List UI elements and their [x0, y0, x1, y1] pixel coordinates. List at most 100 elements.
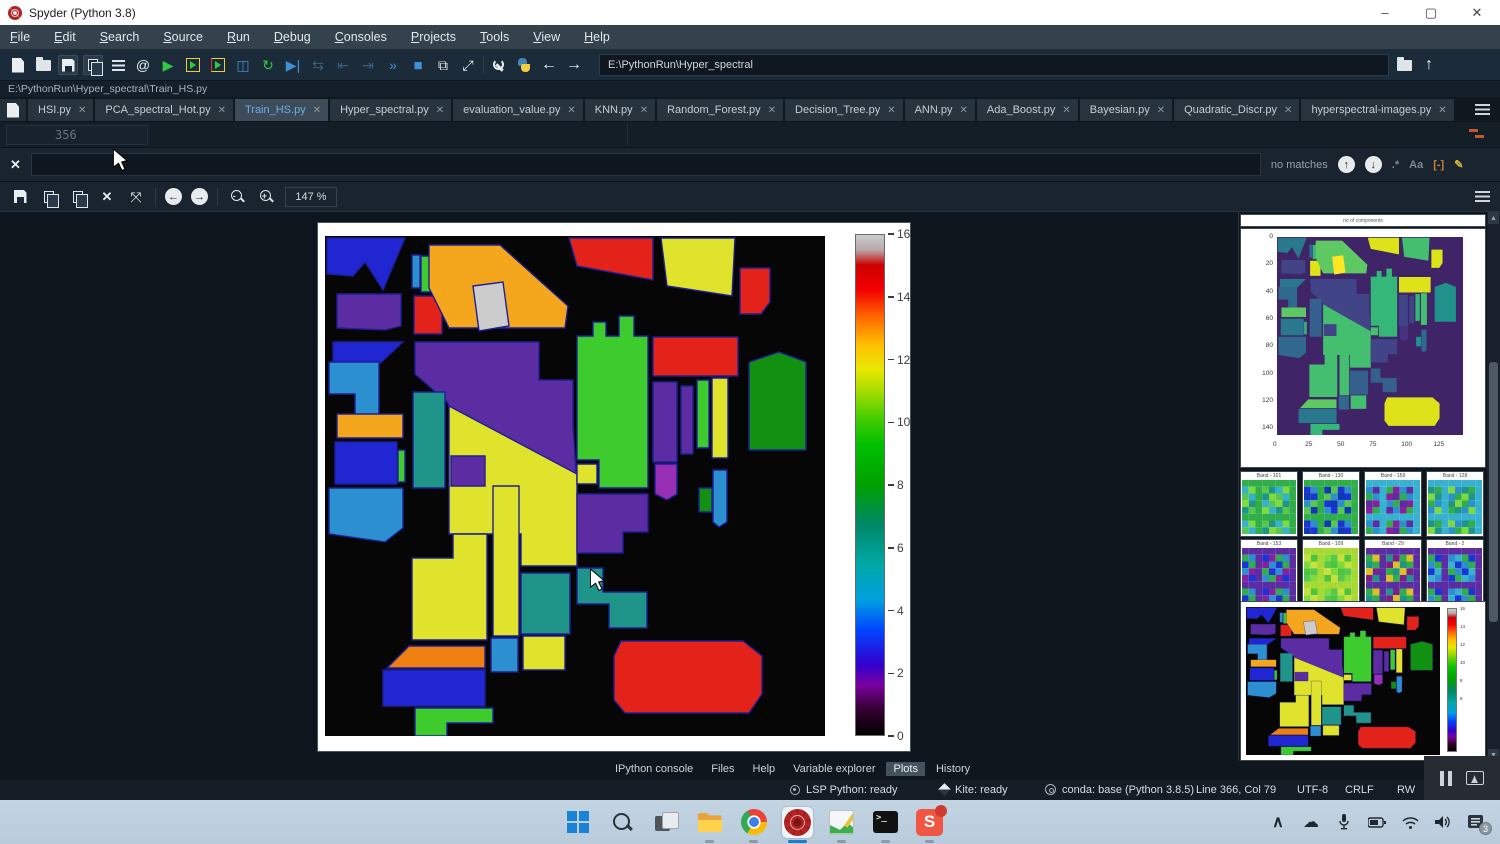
preferences-button[interactable]: [489, 55, 509, 75]
print-button[interactable]: [108, 55, 128, 75]
zoom-out-button[interactable]: -: [227, 187, 247, 207]
pause-icon[interactable]: [1440, 771, 1452, 786]
menu-edit[interactable]: Edit: [54, 30, 76, 44]
step-into-button[interactable]: ⇤: [333, 55, 353, 75]
case-sensitive-toggle[interactable]: Aa: [1409, 159, 1423, 171]
tab-close-icon[interactable]: ✕: [218, 105, 226, 116]
menu-consoles[interactable]: Consoles: [335, 30, 387, 44]
tab-close-icon[interactable]: ✕: [1438, 105, 1446, 116]
microphone-icon[interactable]: [1334, 812, 1354, 832]
find-input[interactable]: [31, 153, 1261, 176]
scrollbar-thumb[interactable]: [1489, 362, 1498, 622]
save-all-plots-button[interactable]: [39, 187, 59, 207]
editor-tab-ann-py[interactable]: ANN.py✕: [905, 99, 977, 121]
sidebar-scrollbar[interactable]: ▲ ▼: [1487, 212, 1500, 761]
volume-icon[interactable]: [1433, 812, 1453, 832]
tab-close-icon[interactable]: ✕: [640, 105, 648, 116]
menu-help[interactable]: Help: [584, 30, 610, 44]
editor-tab-ada_boost-py[interactable]: Ada_Boost.py✕: [977, 99, 1080, 121]
search-button[interactable]: [606, 807, 637, 838]
close-find-icon[interactable]: ✕: [10, 157, 21, 173]
maximize-button[interactable]: ▢: [1408, 0, 1454, 25]
pane-tab-files[interactable]: Files: [704, 762, 741, 776]
menu-search[interactable]: Search: [100, 30, 140, 44]
editor-tab-decision_tree-py[interactable]: Decision_Tree.py✕: [785, 99, 905, 121]
thumbnail-band-plot[interactable]: Band - 2: [1427, 540, 1483, 604]
pane-tab-plots[interactable]: Plots: [886, 762, 924, 776]
thumbnail-pca-map[interactable]: 0204060801001201400255075100125: [1241, 229, 1485, 467]
forward-button[interactable]: →: [564, 55, 584, 75]
previous-plot-button[interactable]: ←: [165, 188, 182, 205]
pane-tab-help[interactable]: Help: [746, 762, 783, 776]
menu-debug[interactable]: Debug: [274, 30, 311, 44]
spyder-taskbar-button[interactable]: [782, 807, 813, 838]
thumbnail-band-plot[interactable]: Band - 29: [1365, 540, 1421, 604]
tab-close-icon[interactable]: ✕: [567, 105, 575, 116]
thumbnail-band-plot[interactable]: Band - 130: [1303, 472, 1359, 536]
regex-toggle[interactable]: .*: [1392, 159, 1399, 171]
back-button[interactable]: ←: [539, 55, 559, 75]
run-cell-advance-button[interactable]: [208, 55, 228, 75]
thumbnail-band-plot[interactable]: Band - 109: [1303, 540, 1359, 604]
task-view-button[interactable]: [650, 807, 681, 838]
thumbnail-band-plot[interactable]: Band - 153: [1241, 540, 1297, 604]
tab-close-icon[interactable]: ✕: [960, 105, 968, 116]
tab-close-icon[interactable]: ✕: [1284, 105, 1292, 116]
menu-projects[interactable]: Projects: [411, 30, 456, 44]
maximize-pane-button[interactable]: ⤢: [458, 55, 478, 75]
tab-close-icon[interactable]: ✕: [313, 105, 321, 116]
remove-plot-button[interactable]: ✕: [97, 187, 117, 207]
menu-file[interactable]: File: [10, 30, 30, 44]
editor-tab-quadratic_discr-py[interactable]: Quadratic_Discr.py✕: [1174, 99, 1301, 121]
plots-options-menu-icon[interactable]: [1475, 191, 1490, 202]
editor-tab-train_hs-py[interactable]: Train_HS.py✕: [235, 99, 330, 121]
tab-close-icon[interactable]: ✕: [78, 105, 86, 116]
python-path-button[interactable]: [514, 55, 534, 75]
terminal-button[interactable]: >_: [870, 807, 901, 838]
start-button[interactable]: [562, 807, 593, 838]
chrome-button[interactable]: [738, 807, 769, 838]
save-plot-button[interactable]: [10, 187, 30, 207]
step-over-button[interactable]: ⇆: [308, 55, 328, 75]
editor-tab-evaluation_value-py[interactable]: evaluation_value.py✕: [453, 99, 585, 121]
copy-plot-button[interactable]: [68, 187, 88, 207]
screen-recorder-button[interactable]: S: [914, 807, 945, 838]
tab-close-icon[interactable]: ✕: [1157, 105, 1165, 116]
run-selection-button[interactable]: ◫: [233, 55, 253, 75]
editor-tab-knn-py[interactable]: KNN.py✕: [585, 99, 657, 121]
parent-directory-button[interactable]: ↑: [1419, 55, 1439, 75]
close-button[interactable]: ✕: [1454, 0, 1500, 25]
browse-tabs-menu-icon[interactable]: [1475, 104, 1490, 115]
run-button[interactable]: ▶: [158, 55, 178, 75]
thumbnail-partial[interactable]: no of components: [1241, 215, 1485, 226]
fast-forward-button[interactable]: »: [383, 55, 403, 75]
find-symbols-button[interactable]: @: [133, 55, 153, 75]
save-all-button[interactable]: [83, 55, 103, 75]
file-explorer-button[interactable]: [694, 807, 725, 838]
browse-directory-button[interactable]: [1394, 55, 1414, 75]
editor-tab-pca_spectral_hot-py[interactable]: PCA_spectral_Hot.py✕: [95, 99, 235, 121]
tab-close-icon[interactable]: ✕: [436, 105, 444, 116]
browse-tabs-file-button[interactable]: [0, 99, 26, 121]
pane-tab-history[interactable]: History: [929, 762, 977, 776]
new-file-button[interactable]: [8, 55, 28, 75]
save-button[interactable]: [58, 55, 78, 75]
editor-tab-hsi-py[interactable]: HSI.py✕: [28, 99, 95, 121]
notification-icon[interactable]: 3: [1466, 812, 1486, 832]
rerun-button[interactable]: ↻: [258, 55, 278, 75]
highlight-matches-toggle[interactable]: ✎: [1454, 158, 1463, 171]
editor-tab-hyperspectral-images-py[interactable]: hyperspectral-images.py✕: [1301, 99, 1455, 121]
debug-continue-button[interactable]: ▶|: [283, 55, 303, 75]
working-directory-input[interactable]: E:\PythonRun\Hyper_spectral: [599, 54, 1389, 76]
editor-tab-random_forest-py[interactable]: Random_Forest.py✕: [657, 99, 785, 121]
whole-word-toggle[interactable]: [-]: [1433, 159, 1444, 171]
scroll-up-icon[interactable]: ▲: [1488, 212, 1499, 224]
open-file-button[interactable]: [33, 55, 53, 75]
picture-icon[interactable]: [1466, 771, 1484, 785]
tab-close-icon[interactable]: ✕: [887, 105, 895, 116]
next-plot-button[interactable]: →: [191, 188, 208, 205]
onedrive-cloud-icon[interactable]: ☁: [1301, 812, 1321, 832]
thumbnail-classification-map[interactable]: 6810121416: [1241, 602, 1485, 760]
editor-tab-hyper_spectral-py[interactable]: Hyper_spectral.py✕: [330, 99, 453, 121]
minimize-button[interactable]: –: [1362, 0, 1408, 25]
